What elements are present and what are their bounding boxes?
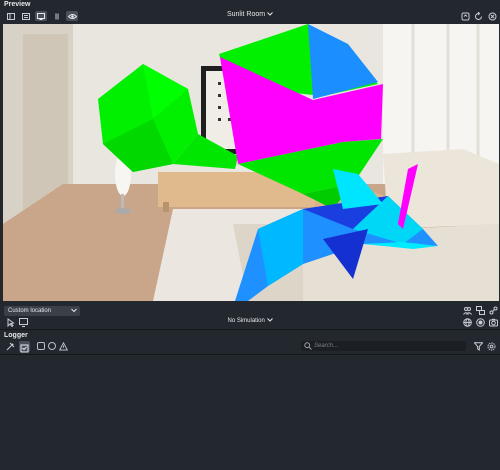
wrap-icon <box>20 344 29 353</box>
info-filter-icon[interactable] <box>37 342 45 350</box>
close-icon[interactable] <box>488 12 497 21</box>
log-output[interactable] <box>0 355 500 470</box>
filter-icon[interactable] <box>474 342 483 351</box>
chevron-down-icon <box>267 12 273 16</box>
room-selector[interactable]: Sunlit Room <box>0 11 500 18</box>
people-icon[interactable] <box>463 306 472 315</box>
preview-title: Preview <box>4 1 31 8</box>
location-select-value: Custom location <box>8 308 52 314</box>
globe-icon[interactable] <box>463 318 472 327</box>
preview-viewport[interactable] <box>3 24 499 301</box>
chevron-down-icon <box>71 308 77 313</box>
error-filter-icon[interactable] <box>59 342 68 351</box>
share-icon[interactable] <box>489 306 498 315</box>
simulation-selector[interactable]: No Simulation <box>0 318 500 324</box>
clear-log-icon[interactable] <box>6 342 15 351</box>
search-placeholder: Search... <box>314 343 339 349</box>
settings-icon[interactable] <box>487 342 496 351</box>
warning-filter-icon[interactable] <box>48 342 56 350</box>
screens-icon[interactable] <box>476 306 485 315</box>
scene-render <box>3 24 499 301</box>
camera-icon[interactable] <box>489 318 498 327</box>
chevron-down-icon <box>266 318 273 323</box>
room-selector-label[interactable]: Sunlit Room <box>227 11 265 18</box>
location-select[interactable]: Custom location <box>4 306 80 316</box>
log-search[interactable]: Search... <box>301 341 466 351</box>
panel-divider <box>0 329 500 330</box>
simulation-label[interactable]: No Simulation <box>227 318 264 324</box>
search-icon <box>304 342 312 350</box>
screen-record-icon[interactable] <box>19 318 28 327</box>
record-icon[interactable] <box>476 318 485 327</box>
pointer-icon[interactable] <box>6 318 15 327</box>
rotate-icon[interactable] <box>474 12 483 21</box>
logger-title: Logger <box>4 332 28 339</box>
wrap-toggle-button[interactable] <box>19 341 30 353</box>
refresh-icon[interactable] <box>461 12 470 21</box>
